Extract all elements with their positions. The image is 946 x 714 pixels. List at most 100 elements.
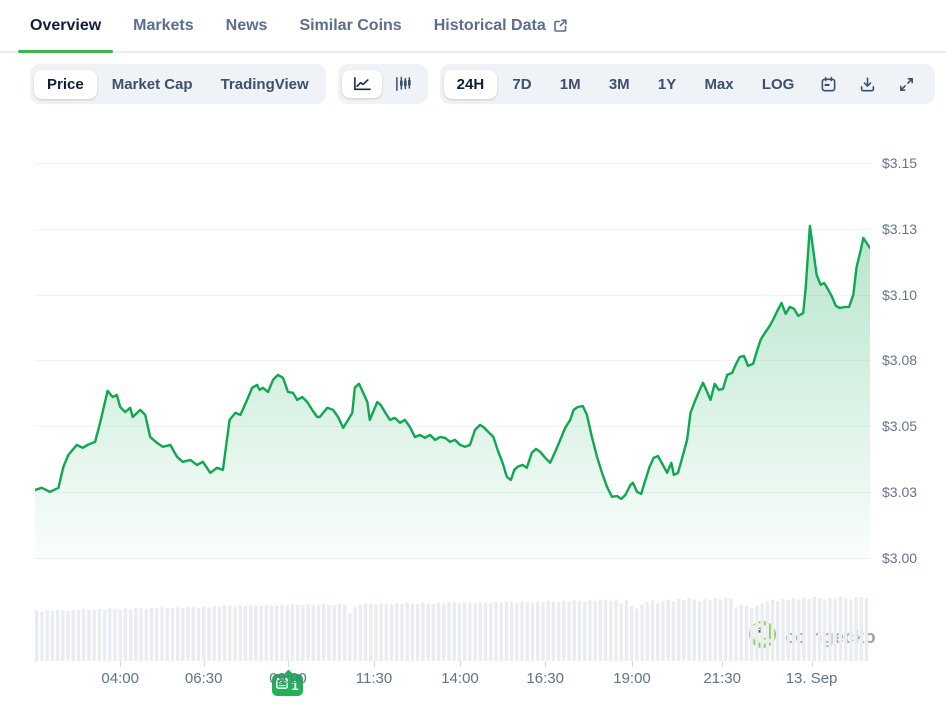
chart-type-switch	[338, 64, 428, 104]
volume-bar	[557, 602, 560, 661]
volume-bar	[416, 604, 419, 661]
log-scale-button[interactable]: LOG	[749, 70, 808, 99]
x-axis-label: 06:30	[185, 670, 223, 687]
volume-bar	[687, 598, 690, 661]
x-axis-tick	[460, 661, 461, 667]
volume-bar	[499, 603, 502, 661]
volume-bar	[473, 603, 476, 661]
price-button[interactable]: Price	[34, 70, 97, 99]
volume-bar	[818, 598, 821, 661]
volume-bar	[719, 600, 722, 661]
volume-bar	[359, 605, 362, 661]
y-axis-label: $3.03	[882, 484, 917, 500]
volume-bar	[280, 605, 283, 661]
volume-bar	[202, 607, 205, 661]
volume-bar	[813, 597, 816, 661]
y-axis-label: $3.10	[882, 287, 917, 303]
volume-bar	[119, 610, 122, 661]
tab-similar-coins[interactable]: Similar Coins	[287, 0, 413, 51]
date-range-button[interactable]	[810, 70, 847, 99]
volume-bar	[447, 602, 450, 661]
volume-bar	[343, 605, 346, 661]
volume-bar	[254, 605, 257, 661]
market-cap-button[interactable]: Market Cap	[99, 70, 206, 99]
range-3m-button[interactable]: 3M	[596, 70, 643, 99]
volume-bar	[787, 600, 790, 661]
volume-bar	[239, 605, 242, 661]
volume-bar	[828, 598, 831, 661]
x-axis-tick	[120, 661, 121, 667]
volume-bar	[693, 600, 696, 661]
volume-bar	[588, 600, 591, 661]
range-24h-button[interactable]: 24H	[444, 70, 498, 99]
line-chart-icon	[352, 76, 372, 92]
volume-bar	[145, 609, 148, 661]
volume-bar	[552, 601, 555, 661]
volume-bars-canvas[interactable]	[35, 593, 870, 661]
volume-bar	[134, 608, 137, 661]
tab-news[interactable]: News	[214, 0, 280, 51]
tab-historical-data[interactable]: Historical Data	[422, 0, 580, 51]
volume-bar	[578, 601, 581, 661]
volume-bar	[395, 603, 398, 661]
volume-bar	[792, 598, 795, 661]
tab-similar-coins-label: Similar Coins	[299, 17, 401, 35]
volume-bar	[103, 610, 106, 661]
volume-bar	[745, 606, 748, 661]
volume-bar	[317, 605, 320, 661]
price-series-canvas[interactable]	[35, 140, 870, 560]
volume-bar	[833, 599, 836, 661]
tab-markets[interactable]: Markets	[121, 0, 205, 51]
volume-bar	[212, 606, 215, 661]
fullscreen-button[interactable]	[888, 70, 925, 99]
volume-bar	[35, 611, 38, 661]
tradingview-button[interactable]: TradingView	[208, 70, 322, 99]
volume-bar	[698, 601, 701, 661]
volume-bar	[797, 600, 800, 661]
fullscreen-icon	[898, 76, 915, 93]
range-1m-button[interactable]: 1M	[547, 70, 594, 99]
volume-bar	[839, 597, 842, 661]
volume-bar	[56, 610, 59, 661]
volume-bar	[630, 606, 633, 661]
volume-bar	[740, 605, 743, 661]
x-axis-label: 04:00	[101, 670, 139, 687]
x-axis-label: 09:00	[269, 670, 307, 687]
x-axis-tick	[288, 661, 289, 667]
volume-bar	[620, 603, 623, 661]
volume-bar	[802, 598, 805, 661]
y-axis-label: $3.08	[882, 352, 917, 368]
range-1y-button[interactable]: 1Y	[645, 70, 689, 99]
calendar-icon	[820, 76, 837, 93]
range-7d-button[interactable]: 7D	[499, 70, 544, 99]
volume-bar	[244, 606, 247, 661]
line-chart-button[interactable]	[342, 70, 382, 98]
volume-bar	[609, 601, 612, 661]
volume-bar	[77, 610, 80, 661]
chart-area[interactable]: $3.15$3.13$3.10$3.08$3.05$3.03$3.00	[0, 106, 946, 714]
candlestick-chart-button[interactable]	[384, 70, 424, 98]
volume-bar	[573, 600, 576, 661]
volume-bar	[437, 603, 440, 661]
x-axis-tick	[204, 661, 205, 667]
volume-bar	[332, 605, 335, 661]
volume-bar	[45, 610, 48, 661]
volume-bar	[385, 604, 388, 661]
volume-bar	[301, 605, 304, 661]
volume-bar	[453, 603, 456, 661]
range-max-button[interactable]: Max	[691, 70, 746, 99]
volume-bar	[865, 598, 868, 661]
volume-bar	[233, 607, 236, 661]
x-axis-label: 11:30	[356, 670, 392, 687]
download-chart-button[interactable]	[849, 70, 886, 99]
volume-bar	[520, 601, 523, 661]
volume-bar	[165, 608, 168, 661]
volume-bar	[656, 603, 659, 661]
volume-bar	[223, 605, 226, 661]
volume-bar	[849, 600, 852, 661]
x-axis-tick	[545, 661, 546, 667]
volume-bar	[40, 612, 43, 661]
volume-bar	[708, 600, 711, 661]
volume-bar	[546, 601, 549, 661]
tab-overview[interactable]: Overview	[18, 0, 113, 51]
